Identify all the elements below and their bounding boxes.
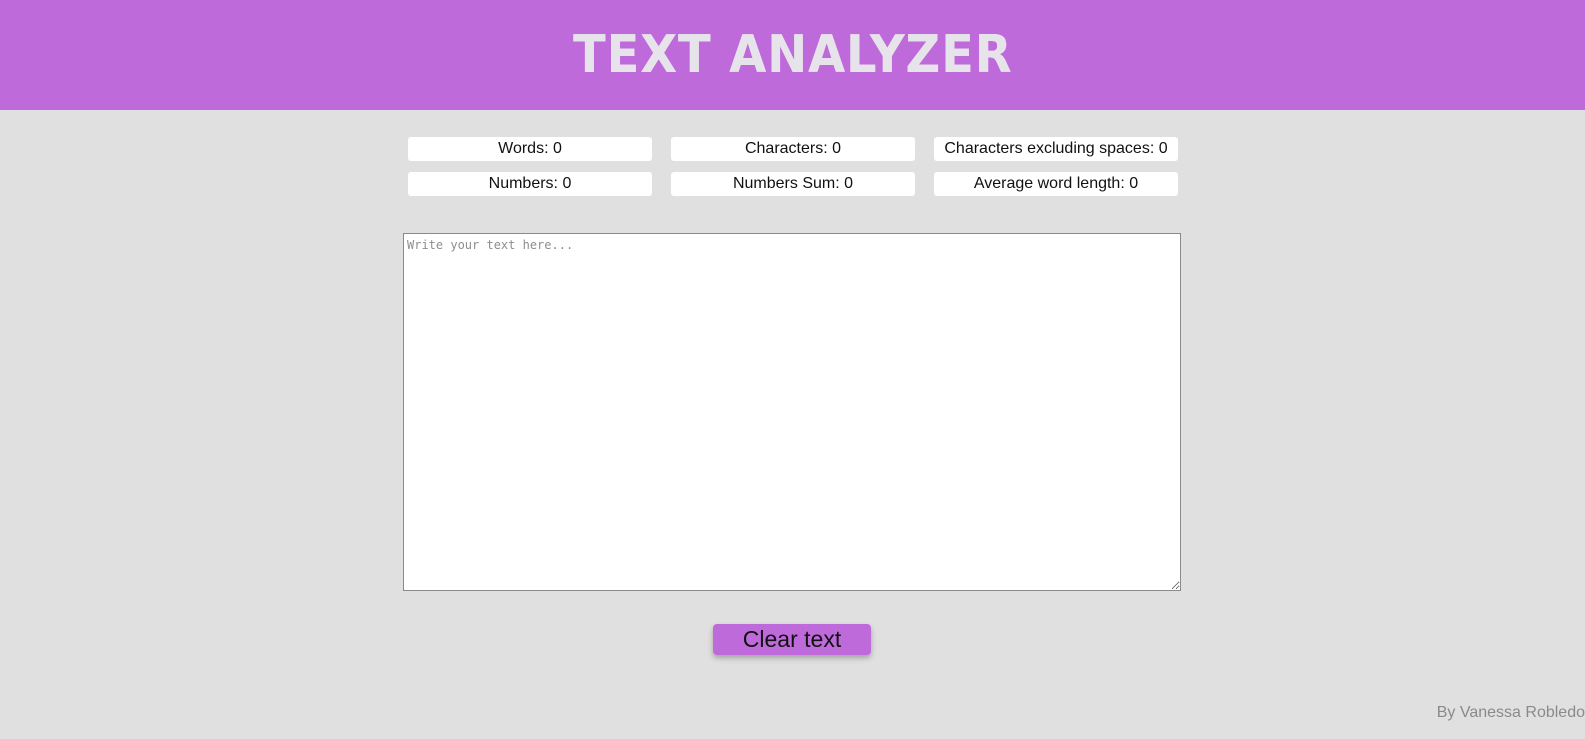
page-title: TEXT ANALYZER	[572, 25, 1013, 85]
average-word-length-stat: Average word length: 0	[934, 172, 1178, 196]
app-header: TEXT ANALYZER	[0, 0, 1585, 110]
character-no-spaces-stat: Characters excluding spaces: 0	[934, 137, 1178, 161]
clear-text-button[interactable]: Clear text	[713, 624, 871, 655]
word-count-stat: Words: 0	[408, 137, 652, 161]
stats-panel: Words: 0 Characters: 0 Characters exclud…	[408, 137, 1178, 196]
text-input[interactable]	[403, 233, 1181, 591]
character-count-stat: Characters: 0	[671, 137, 915, 161]
numbers-sum-stat: Numbers Sum: 0	[671, 172, 915, 196]
author-credit: By Vanessa Robledo	[1436, 704, 1585, 721]
number-count-stat: Numbers: 0	[408, 172, 652, 196]
text-input-container	[403, 233, 1181, 591]
